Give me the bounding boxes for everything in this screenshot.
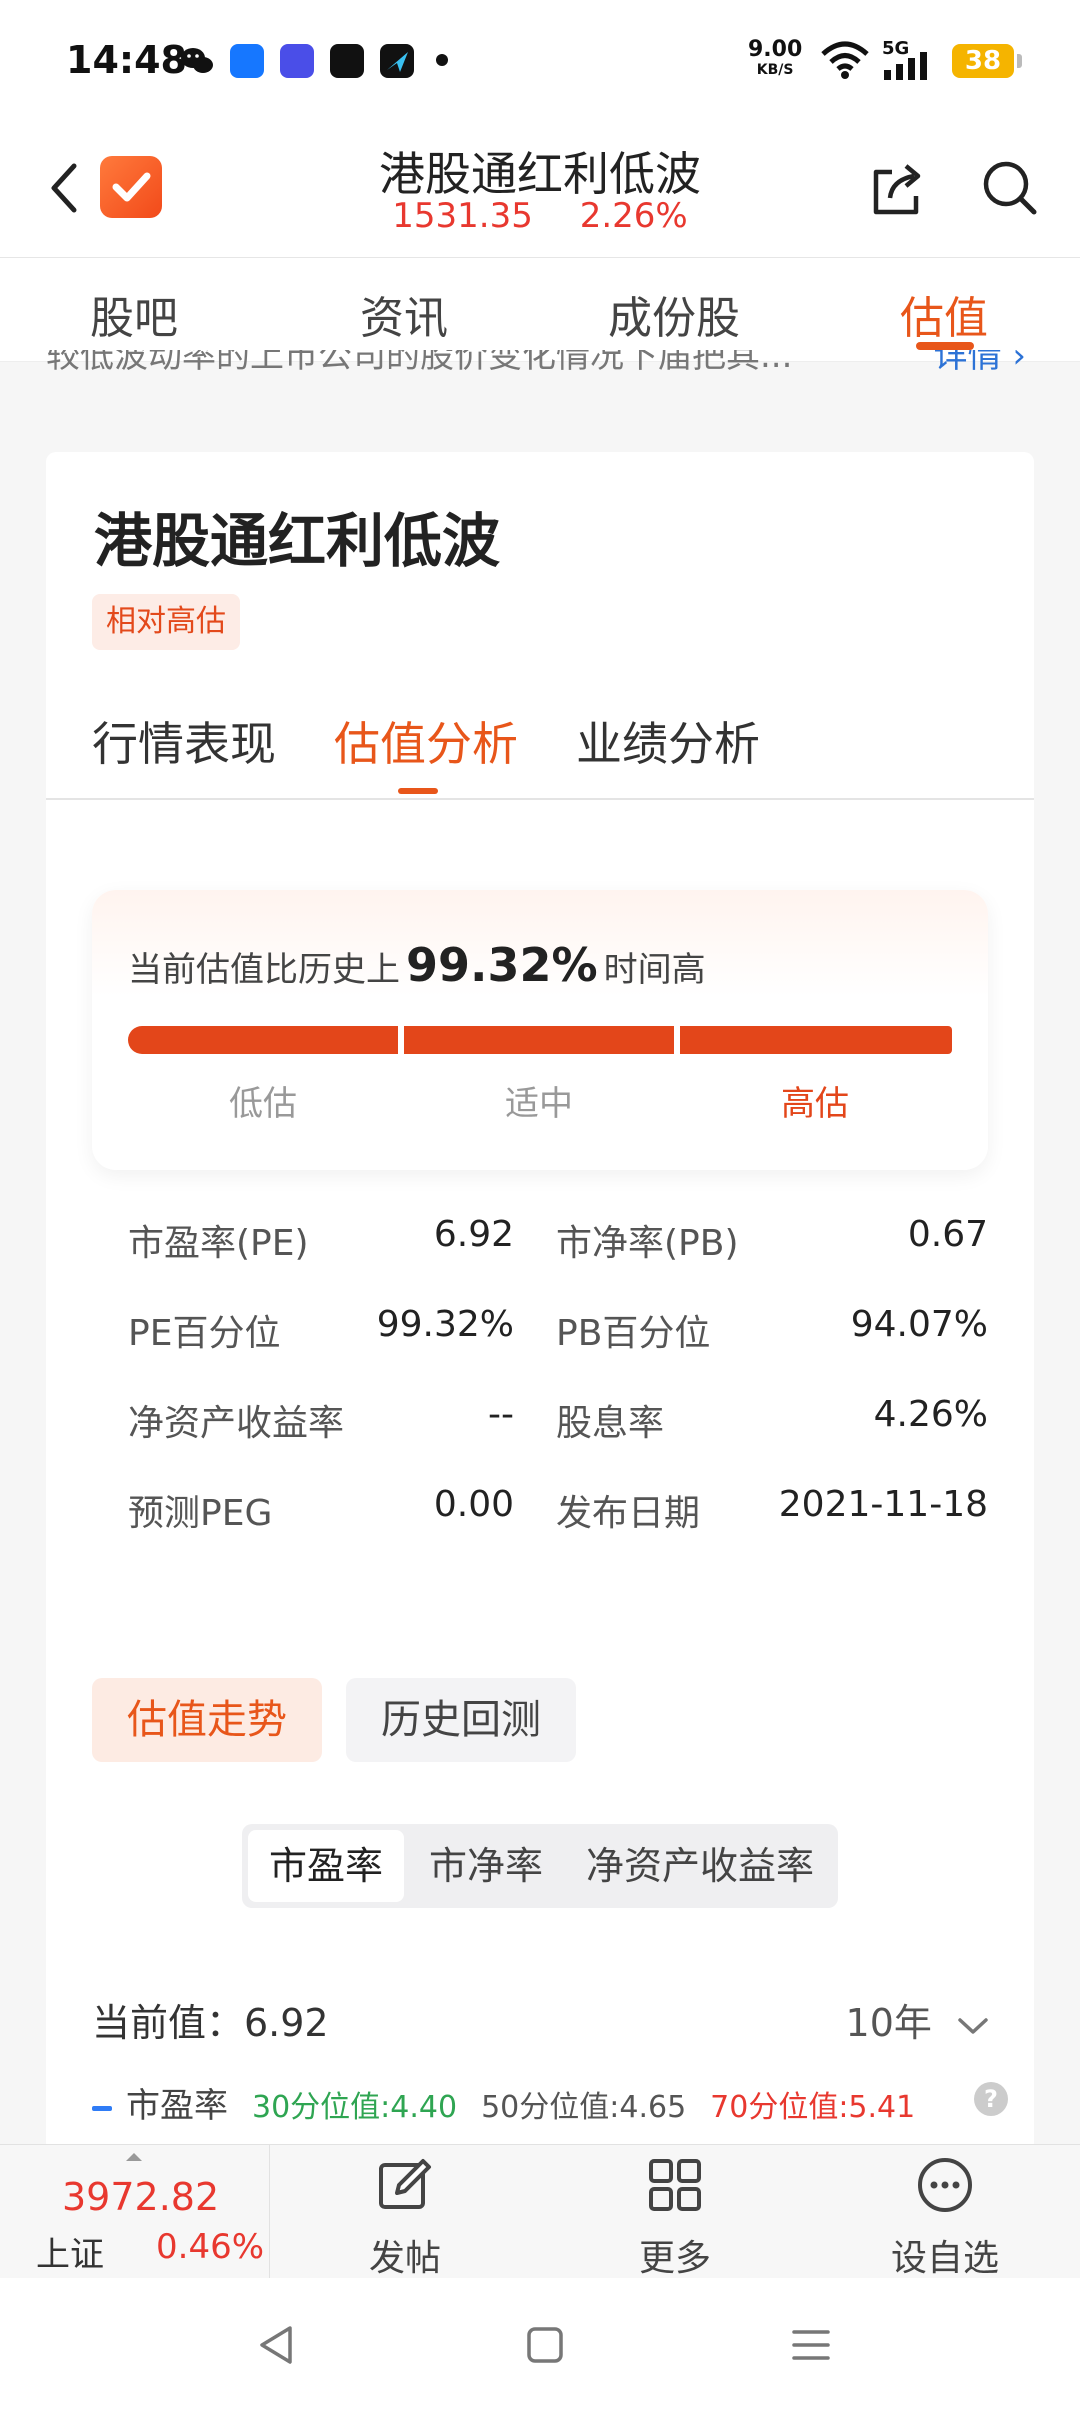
- market-index-widget[interactable]: 3972.82 上证 0.46%: [0, 2145, 270, 2279]
- network-speed: 9.00 KB/S: [748, 37, 803, 79]
- metric-value: 94.07%: [850, 1304, 988, 1345]
- gauge-label-low: 低估: [229, 1084, 297, 1124]
- period-select[interactable]: 10年: [846, 1992, 990, 2047]
- signal-icon: [884, 52, 927, 80]
- valuation-trend-button[interactable]: 估值走势: [92, 1678, 322, 1762]
- analysis-tabs: 行情表现 估值分析 业绩分析: [46, 688, 1034, 800]
- gauge-bar-mid: [404, 1026, 674, 1054]
- metric-label: 发布日期: [556, 1493, 701, 1534]
- system-nav-bar: [0, 2278, 1080, 2412]
- gauge-label-mid: 适中: [505, 1084, 573, 1124]
- index-price: 3972.82: [62, 2175, 220, 2219]
- wifi-icon: [821, 41, 869, 79]
- metric-label: 市净率(PB): [556, 1223, 739, 1264]
- status-time: 14:48: [66, 38, 187, 82]
- grid-icon: [649, 2159, 701, 2211]
- metric-label: 预测PEG: [128, 1493, 273, 1534]
- top-tab-bar: 股吧 资讯 成份股 估值: [0, 258, 1080, 362]
- more-label: 更多: [638, 2238, 711, 2279]
- current-value: 当前值：6.92: [92, 2001, 329, 2045]
- metric-value: --: [488, 1394, 514, 1435]
- card-title: 港股通红利低波: [94, 507, 501, 575]
- active-tab-indicator: [916, 342, 974, 350]
- post-button[interactable]: 发帖: [305, 2145, 505, 2279]
- valuation-status-badge: 相对高估: [92, 594, 240, 650]
- legend-p30: 30分位值:4.40: [252, 2090, 458, 2125]
- help-icon[interactable]: ?: [974, 2082, 1008, 2116]
- tab-valuation[interactable]: 估值: [844, 282, 1044, 346]
- chart-legend: 市盈率 30分位值:4.40 50分位值:4.65 70分位值:5.41: [92, 2078, 915, 2127]
- metric-row: PE百分位 99.32% PB百分位 94.07%: [128, 1304, 988, 1364]
- series-line-icon: [92, 2106, 112, 2111]
- dewu-app-icon: [330, 44, 364, 78]
- tab-constituents[interactable]: 成份股: [574, 282, 774, 346]
- metric-row: 净资产收益率 -- 股息率 4.26%: [128, 1394, 988, 1454]
- gauge-label-high: 高估: [781, 1084, 849, 1124]
- bottom-toolbar: 3972.82 上证 0.46% 发帖 更多 设自选: [0, 2144, 1080, 2279]
- metric-value: 0.67: [907, 1214, 988, 1255]
- period-label: 10年: [845, 2001, 932, 2045]
- caret-up-icon: [126, 2153, 142, 2161]
- search-icon[interactable]: [978, 156, 1040, 218]
- tab-market-performance[interactable]: 行情表现: [92, 708, 276, 774]
- chevron-down-icon: [958, 2017, 988, 2034]
- metric-value: 6.92: [433, 1214, 514, 1255]
- alipay-app-icon: [230, 44, 264, 78]
- more-dots-icon: [918, 2158, 972, 2212]
- tab-earnings-analysis[interactable]: 业绩分析: [576, 708, 760, 774]
- index-intro: 较低波动率的上市公司的股价变化情况下届把其... 详情 ›: [46, 350, 1036, 390]
- more-notifications-icon: [436, 54, 448, 66]
- watch-label: 设自选: [890, 2238, 999, 2279]
- gauge-bar-high: [680, 1026, 952, 1054]
- app-header: 港股通红利低波 1531.35 2.26%: [0, 120, 1080, 258]
- legend-series: 市盈率: [126, 2086, 228, 2126]
- index-name: 上证: [36, 2235, 104, 2275]
- nav-home-icon[interactable]: [520, 2320, 570, 2370]
- valuation-gauge: 当前估值比历史上 99.32% 时间高 低估 适中 高估: [92, 890, 988, 1170]
- edit-icon: [379, 2159, 431, 2209]
- nav-back-icon[interactable]: [252, 2320, 302, 2370]
- metric-value: 0.00: [433, 1484, 514, 1525]
- metric-label: 股息率: [556, 1403, 665, 1444]
- intro-text: 较低波动率的上市公司的股价变化情况下届把其...: [46, 350, 793, 376]
- tab-guba[interactable]: 股吧: [34, 282, 234, 346]
- legend-p70: 70分位值:5.41: [710, 2090, 916, 2125]
- toggle-roe[interactable]: 净资产收益率: [568, 1830, 832, 1902]
- metric-value: 4.26%: [873, 1394, 988, 1435]
- index-price: 1531.35: [392, 196, 533, 236]
- valuation-card: 港股通红利低波 相对高估 行情表现 估值分析 业绩分析 当前估值比历史上 99.3…: [46, 452, 1034, 2152]
- gauge-bar-low: [128, 1026, 398, 1054]
- metric-label: PE百分位: [128, 1313, 281, 1354]
- metric-label: 净资产收益率: [128, 1403, 345, 1444]
- fly-app-icon: [380, 44, 414, 78]
- toggle-pe[interactable]: 市盈率: [248, 1830, 404, 1902]
- post-label: 发帖: [368, 2238, 441, 2279]
- toggle-pb[interactable]: 市净率: [408, 1830, 564, 1902]
- nav-menu-icon[interactable]: [786, 2320, 836, 2370]
- metric-value: 99.32%: [376, 1304, 514, 1345]
- metric-label: 市盈率(PE): [128, 1223, 309, 1264]
- wechat-icon: [180, 44, 214, 78]
- add-watchlist-button[interactable]: 设自选: [845, 2145, 1045, 2279]
- metric-row: 市盈率(PE) 6.92 市净率(PB) 0.67: [128, 1214, 988, 1274]
- legend-p50: 50分位值:4.65: [481, 2090, 687, 2125]
- active-subtab-indicator: [398, 788, 438, 794]
- battery-indicator: 38: [952, 44, 1022, 78]
- metric-toggle: 市盈率 市净率 净资产收益率: [242, 1824, 838, 1908]
- index-change: 0.46%: [156, 2227, 265, 2267]
- metric-row: 预测PEG 0.00 发布日期 2021-11-18: [128, 1484, 988, 1544]
- gauge-summary: 当前估值比历史上 99.32% 时间高: [128, 938, 706, 992]
- metric-label: PB百分位: [556, 1313, 711, 1354]
- status-bar: 14:48 9.00 KB/S 5G 38: [0, 0, 1080, 120]
- tieba-app-icon: [280, 44, 314, 78]
- tab-news[interactable]: 资讯: [304, 282, 504, 346]
- metric-value: 2021-11-18: [778, 1484, 988, 1525]
- tab-valuation-analysis[interactable]: 估值分析: [334, 708, 518, 774]
- valuation-percentile: 99.32%: [406, 938, 598, 992]
- share-icon[interactable]: [866, 158, 928, 220]
- more-button[interactable]: 更多: [575, 2145, 775, 2279]
- history-backtest-button[interactable]: 历史回测: [346, 1678, 576, 1762]
- index-change-pct: 2.26%: [579, 196, 688, 236]
- intro-detail-link[interactable]: 详情 ›: [934, 350, 1026, 377]
